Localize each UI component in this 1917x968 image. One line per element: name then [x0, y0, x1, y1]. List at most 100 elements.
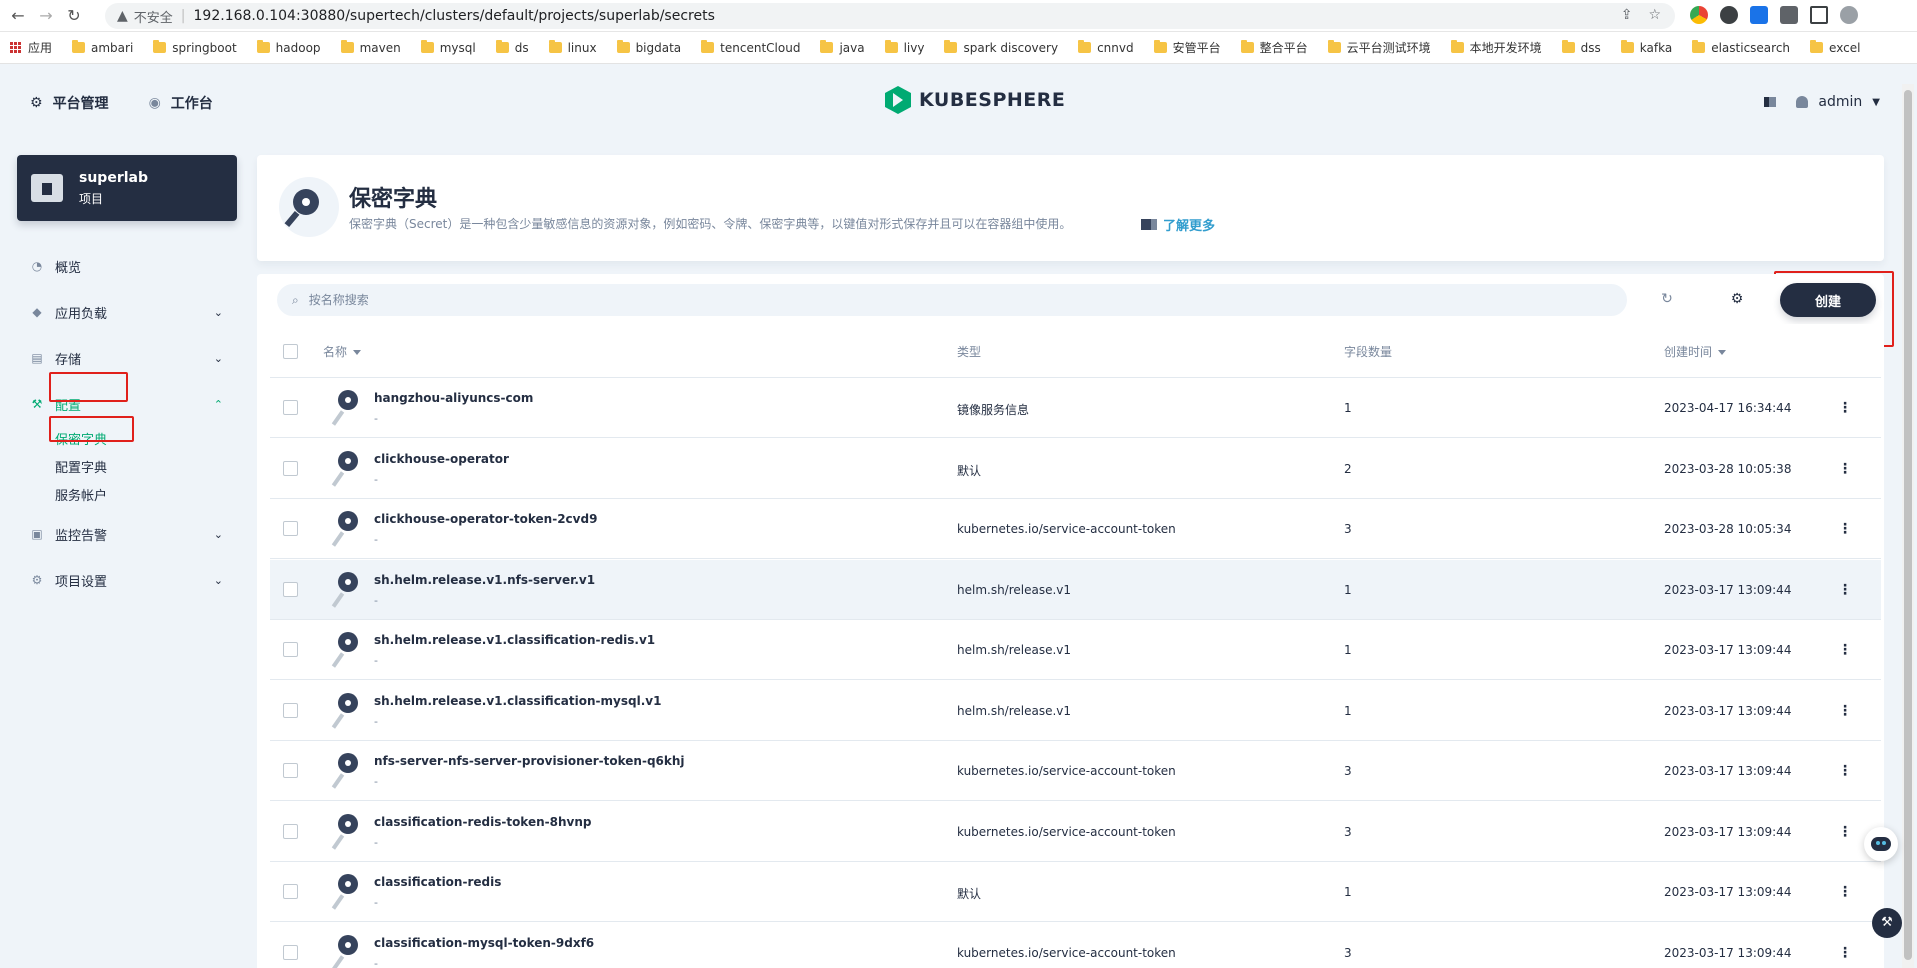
back-icon[interactable]: ← [8, 6, 28, 26]
row-checkbox[interactable] [283, 884, 298, 899]
secret-name-link[interactable]: classification-mysql-token-9dxf6 [374, 936, 594, 950]
create-button[interactable]: 创建 [1780, 283, 1876, 317]
secret-name-link[interactable]: classification-redis-token-8hvnp [374, 815, 591, 829]
learn-more-link[interactable]: 了解更多 [1141, 215, 1215, 234]
sidebar-item-overview[interactable]: ◔ 概览 [17, 243, 237, 289]
more-actions-icon[interactable]: ⋮ [1838, 822, 1852, 842]
share-icon[interactable]: ⇪ [1621, 7, 1633, 23]
extension-s-icon[interactable] [1750, 6, 1768, 24]
bookmark-item[interactable]: 云平台测试环境 [1327, 39, 1431, 56]
table-row[interactable]: classification-redis - 默认 1 2023-03-17 13:09… [270, 862, 1881, 922]
row-checkbox[interactable] [283, 521, 298, 536]
chrome-extension-icon[interactable] [1690, 6, 1708, 24]
bookmark-item[interactable]: spark discovery [944, 40, 1058, 55]
table-row[interactable]: classification-redis-token-8hvnp - kuberne… [270, 801, 1881, 862]
search-input[interactable] [308, 293, 1509, 307]
sidepanel-icon[interactable] [1810, 6, 1828, 24]
more-actions-icon[interactable]: ⋮ [1838, 761, 1852, 781]
extension-aperture-icon[interactable] [1720, 6, 1738, 24]
sidebar-subitem-configmaps[interactable]: 配置字典 [55, 455, 237, 483]
secret-name-link[interactable]: nfs-server-nfs-server-provisioner-token-… [374, 754, 685, 768]
bookmark-item[interactable]: ds [495, 40, 529, 55]
bookmark-item[interactable]: tencentCloud [701, 40, 800, 55]
assistant-robot-icon[interactable] [1864, 827, 1898, 861]
secret-name-link[interactable]: sh.helm.release.v1.classification-mysql.… [374, 694, 661, 708]
bookmark-item[interactable]: hadoop [256, 40, 321, 55]
forward-icon[interactable]: → [36, 6, 56, 26]
select-all-checkbox[interactable] [283, 344, 298, 359]
bookmark-item[interactable]: livy [884, 40, 924, 55]
bookmark-item[interactable]: 安管平台 [1153, 39, 1221, 56]
bookmark-item[interactable]: kafka [1620, 40, 1672, 55]
bookmark-item[interactable]: bigdata [616, 40, 681, 55]
bookmark-item[interactable]: excel [1810, 40, 1860, 55]
more-actions-icon[interactable]: ⋮ [1838, 580, 1852, 600]
sidebar-item-monitoring[interactable]: ▣ 监控告警 ⌄ [17, 511, 237, 557]
column-header-name[interactable]: 名称 [323, 343, 362, 360]
table-row[interactable]: nfs-server-nfs-server-provisioner-token-… [270, 741, 1881, 801]
sidebar-subitem-service-accounts[interactable]: 服务帐户 [55, 483, 237, 511]
table-row[interactable]: clickhouse-operator-token-2cvd9 - kubernet… [270, 499, 1881, 559]
page-scrollbar[interactable] [1902, 84, 1914, 968]
sidebar-item-storage[interactable]: ▤ 存储 ⌄ [17, 335, 237, 381]
bookmark-item[interactable]: springboot [153, 40, 237, 55]
profile-avatar-icon[interactable] [1840, 6, 1858, 24]
secret-name-link[interactable]: clickhouse-operator-token-2cvd9 [374, 512, 597, 526]
more-actions-icon[interactable]: ⋮ [1838, 701, 1852, 721]
bookmark-item[interactable]: maven [340, 40, 401, 55]
sidebar-subitem-secrets[interactable]: 保密字典 [55, 427, 237, 455]
more-actions-icon[interactable]: ⋮ [1838, 519, 1852, 539]
url-field[interactable]: ▲ 不安全 | 192.168.0.104:30880/supertech/cl… [105, 3, 1675, 29]
settings-gear-icon[interactable]: ⚙ [1727, 289, 1747, 309]
platform-management-button[interactable]: ⚙ 平台管理 [30, 93, 109, 113]
row-checkbox[interactable] [283, 823, 298, 839]
more-actions-icon[interactable]: ⋮ [1838, 882, 1852, 902]
kubesphere-logo[interactable]: KUBESPHERE [885, 86, 1065, 114]
secret-name-link[interactable]: sh.helm.release.v1.nfs-server.v1 [374, 573, 595, 587]
bookmark-item[interactable]: ambari [72, 40, 133, 55]
row-checkbox[interactable] [283, 763, 298, 778]
row-checkbox[interactable] [283, 460, 298, 476]
bookmark-item[interactable]: cnnvd [1078, 40, 1134, 55]
secret-name-link[interactable]: sh.helm.release.v1.classification-redis.… [374, 633, 655, 647]
bookmark-item[interactable]: linux [548, 40, 597, 55]
bookmark-item[interactable]: 本地开发环境 [1450, 39, 1542, 56]
sidebar-item-project-settings[interactable]: ⚙ 项目设置 ⌄ [17, 557, 237, 603]
secret-name-link[interactable]: clickhouse-operator [374, 452, 509, 466]
docs-icon[interactable] [1764, 97, 1777, 107]
star-icon[interactable]: ☆ [1648, 7, 1661, 23]
refresh-icon[interactable]: ↻ [1657, 289, 1677, 309]
table-row[interactable]: hangzhou-aliyuncs-com - 镜像服务信息 1 2023-04-17 … [270, 378, 1881, 438]
secret-name-link[interactable]: classification-redis [374, 875, 501, 889]
table-row[interactable]: sh.helm.release.v1.classification-mysql.… [270, 680, 1881, 741]
row-checkbox[interactable] [283, 702, 298, 718]
row-checkbox[interactable] [283, 944, 298, 960]
bookmark-item[interactable]: mysql [420, 40, 476, 55]
sidebar-item-config[interactable]: ⚒ 配置 ⌃ [17, 381, 237, 427]
reload-icon[interactable]: ↻ [64, 6, 84, 26]
row-checkbox[interactable] [283, 400, 298, 415]
table-row[interactable]: sh.helm.release.v1.nfs-server.v1 - helm.sh… [270, 559, 1881, 620]
table-row[interactable]: clickhouse-operator - 默认 2 2023-03-28 10:05:… [270, 438, 1881, 499]
more-actions-icon[interactable]: ⋮ [1838, 398, 1852, 418]
workbench-button[interactable]: ◉ 工作台 [149, 93, 213, 113]
user-menu[interactable]: admin ▼ [1796, 94, 1880, 110]
bookmark-apps[interactable]: 应用 [10, 39, 52, 56]
more-actions-icon[interactable]: ⋮ [1838, 640, 1852, 660]
bookmark-item[interactable]: dss [1561, 40, 1601, 55]
more-actions-icon[interactable]: ⋮ [1838, 459, 1852, 479]
row-checkbox[interactable] [283, 642, 298, 657]
search-box[interactable]: ⌕ [277, 284, 1627, 316]
more-actions-icon[interactable]: ⋮ [1838, 943, 1852, 963]
project-card[interactable]: superlab 项目 [17, 155, 237, 221]
secret-name-link[interactable]: hangzhou-aliyuncs-com [374, 391, 533, 405]
puzzle-icon[interactable] [1780, 6, 1798, 24]
bookmark-item[interactable]: java [820, 40, 865, 55]
bookmark-item[interactable]: elasticsearch [1692, 40, 1790, 55]
row-checkbox[interactable] [283, 581, 298, 597]
table-row[interactable]: classification-mysql-token-9dxf6 - kuberne… [270, 922, 1881, 968]
toolbox-hammer-icon[interactable]: ⚒ [1872, 908, 1902, 938]
sidebar-item-workloads[interactable]: ◆ 应用负载 ⌄ [17, 289, 237, 335]
table-row[interactable]: sh.helm.release.v1.classification-redis.… [270, 620, 1881, 680]
column-header-created[interactable]: 创建时间 [1664, 343, 1727, 360]
